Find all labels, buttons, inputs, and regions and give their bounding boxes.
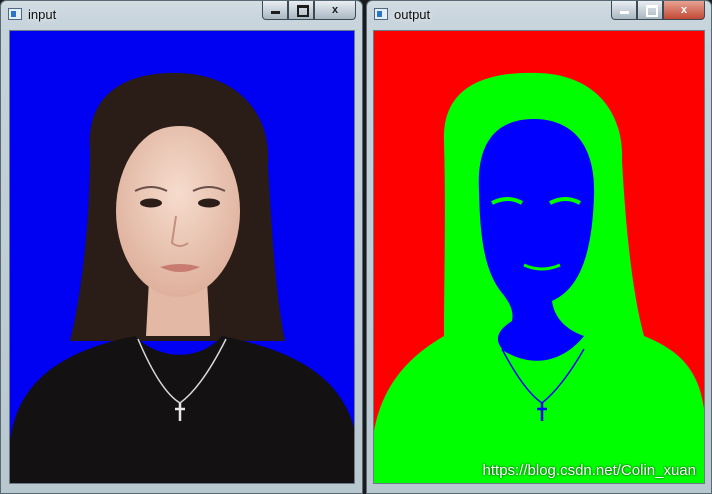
portrait-photo	[10, 72, 354, 483]
close-icon: x	[680, 4, 688, 16]
window-title: output	[394, 7, 431, 22]
input-window: input x	[0, 0, 363, 494]
close-button[interactable]: x	[314, 1, 356, 20]
close-button[interactable]: x	[663, 1, 705, 20]
window-controls: x	[611, 1, 705, 21]
minimize-icon	[620, 11, 629, 14]
window-title: input	[28, 7, 57, 22]
app-window-icon[interactable]	[374, 8, 388, 20]
app-window-icon[interactable]	[8, 8, 22, 20]
maximize-icon	[646, 5, 658, 17]
maximize-button[interactable]	[288, 1, 314, 20]
titlebar[interactable]: input x	[1, 1, 362, 29]
right-eye	[198, 198, 220, 208]
left-eye	[140, 198, 162, 208]
output-image: https://blog.csdn.net/Colin_xuan	[373, 30, 705, 484]
maximize-button[interactable]	[637, 1, 663, 20]
titlebar[interactable]: output x	[367, 1, 711, 29]
minimize-icon	[271, 11, 280, 14]
minimize-button[interactable]	[262, 1, 288, 20]
close-icon: x	[331, 4, 339, 16]
segmentation-mask	[374, 72, 704, 483]
maximize-icon	[297, 5, 309, 17]
input-image	[9, 30, 355, 484]
watermark: https://blog.csdn.net/Colin_xuan	[482, 462, 696, 479]
output-window: output x https://blog.csdn.net/Colin_xua…	[366, 0, 712, 494]
window-controls: x	[262, 1, 356, 21]
minimize-button[interactable]	[611, 1, 637, 20]
